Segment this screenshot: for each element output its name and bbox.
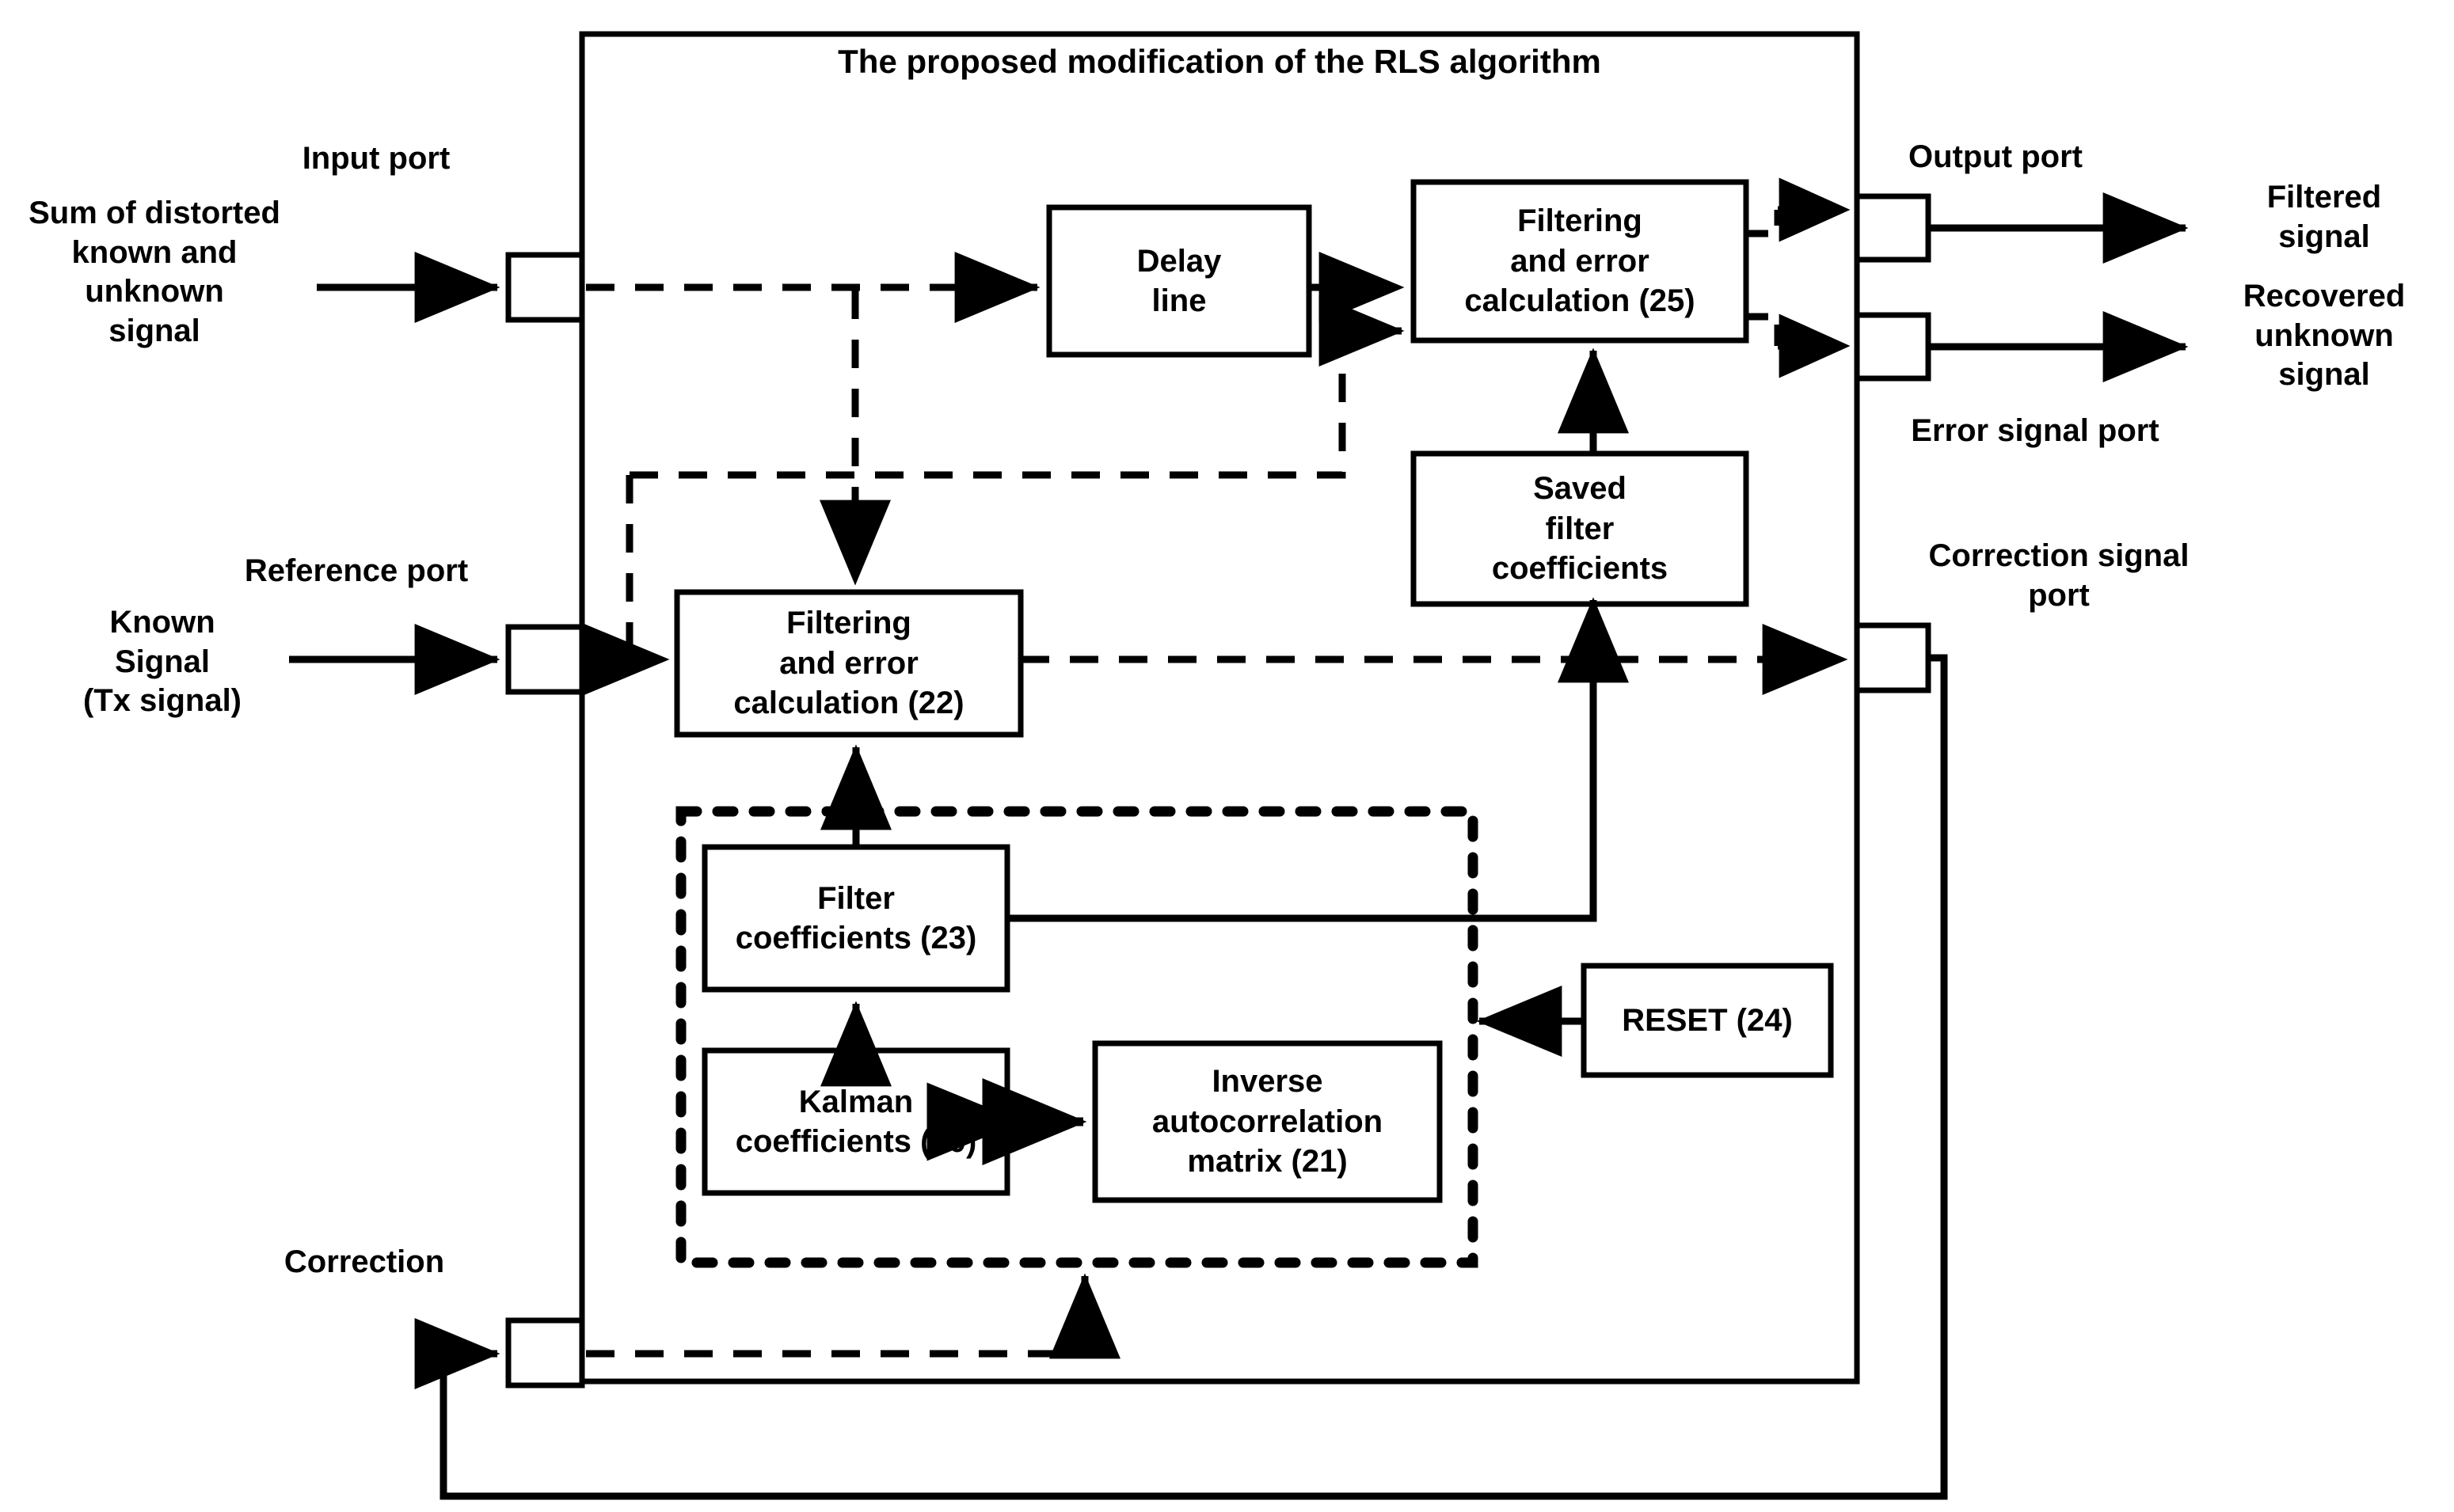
output-port-box <box>1854 193 1931 263</box>
reference-port-box <box>505 624 585 695</box>
diagram-canvas: The proposed modification of the RLS alg… <box>0 0 2454 1512</box>
error-signal-port-label: Error signal port <box>1911 413 2159 448</box>
reference-signal-label: Known Signal (Tx signal) <box>82 605 242 719</box>
filtered-signal-label: Filtered signal <box>2266 180 2382 254</box>
filtering25-to-output-step-dashed <box>1746 210 1782 237</box>
filter-coefficients-23-label: Filter coefficients (23) <box>735 880 977 955</box>
reference-port-label: Reference port <box>244 553 469 588</box>
kalman-coefficients-20-label: Kalman coefficients (20) <box>735 1084 977 1159</box>
error-signal-port-box <box>1854 312 1931 382</box>
correction-signal-port-box <box>1854 622 1931 693</box>
correction-signal-port-label: Correction signal port <box>1928 538 2190 613</box>
input-signal-label: Sum of distorted known and unknown signa… <box>29 196 280 348</box>
correction-label: Correction <box>283 1244 445 1279</box>
correction-to-core-route-dashed <box>586 1298 1089 1358</box>
filtering-22-label: Filtering and error calculation (22) <box>733 606 964 721</box>
input-port-label: Input port <box>302 141 451 176</box>
inverse-autocorrelation-matrix-21-label: Inverse autocorrelation matrix (21) <box>1151 1064 1383 1180</box>
saved-filter-coefficients-label: Saved filter coefficients <box>1491 471 1668 587</box>
reset-24-label: RESET (24) <box>1622 1002 1793 1038</box>
filtering-25-label: Filtering and error calculation (25) <box>1464 203 1695 319</box>
input-port-box <box>505 252 585 323</box>
page-title: The proposed modification of the RLS alg… <box>838 43 1601 80</box>
output-port-label: Output port <box>1908 139 2083 174</box>
recovered-signal-label: Recovered unknown signal <box>2243 279 2406 393</box>
delay-line-label: Delay line <box>1136 243 1222 318</box>
correction-port-box <box>505 1317 585 1389</box>
filtering25-to-error-step-dashed <box>1746 313 1782 346</box>
